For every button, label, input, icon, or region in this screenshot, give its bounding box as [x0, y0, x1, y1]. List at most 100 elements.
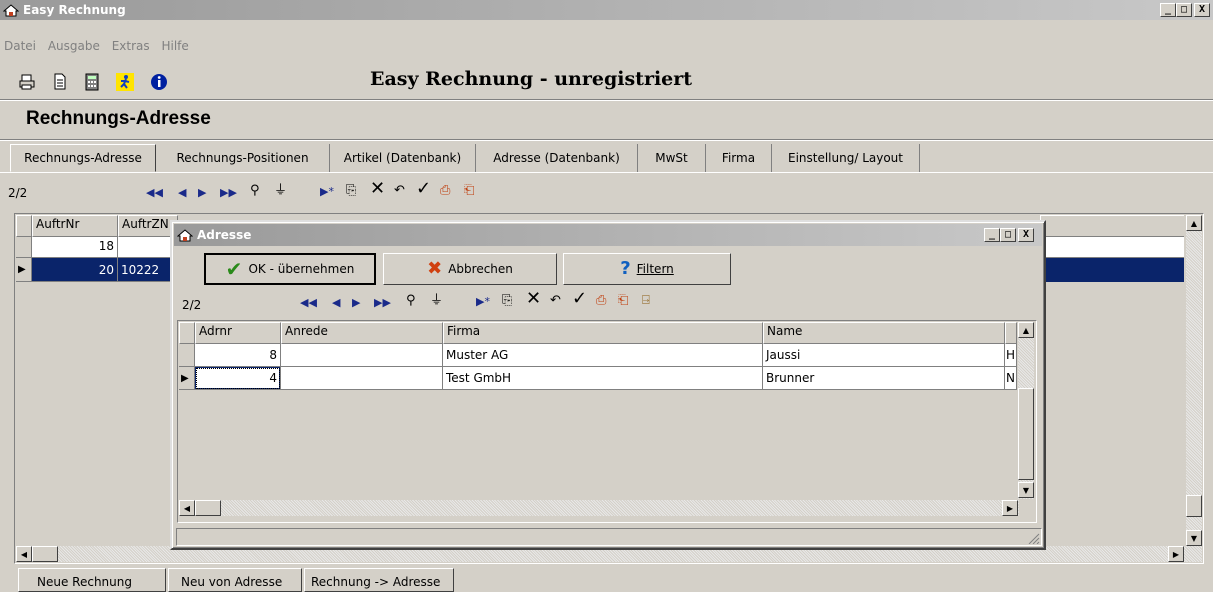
main-navigator: ◀◀ ◀ ▶ ▶▶ ⚲ ⏚ ▶* ⎘ ✕ ↶ ✓ ⎙ ⎗ [132, 180, 562, 204]
dialog-minimize-button[interactable]: _ [984, 228, 1000, 242]
scroll-down-button[interactable]: ▼ [1018, 482, 1034, 498]
next-record-icon[interactable]: ▶ [352, 296, 360, 310]
table-cell[interactable]: N [1005, 367, 1017, 390]
scroll-left-button[interactable]: ◀ [16, 546, 32, 562]
table-cell[interactable]: Jaussi [763, 344, 1005, 367]
ok-uebernehmen-button[interactable]: ✔ OK - übernehmen [204, 253, 376, 285]
last-record-icon[interactable]: ▶▶ [374, 296, 391, 310]
tab-rechnungs-adresse[interactable]: Rechnungs-Adresse [10, 144, 156, 172]
close-button[interactable]: X [1194, 3, 1210, 17]
dialog-record-counter: 2/2 [182, 298, 202, 312]
prior-record-icon[interactable]: ◀ [178, 186, 186, 200]
copy-icon[interactable]: ⎘ [502, 294, 512, 308]
neue-rechnung-button[interactable]: Neue Rechnung [18, 568, 166, 592]
table-cell-selected[interactable]: 10222 [118, 258, 178, 282]
post-check-icon[interactable]: ✓ [416, 180, 431, 198]
undo-icon[interactable]: ↶ [394, 184, 405, 198]
exit-door-icon[interactable]: ⍈ [642, 294, 650, 308]
scroll-left-button[interactable]: ◀ [179, 500, 195, 516]
tab-rechnungs-positionen[interactable]: Rechnungs-Positionen [156, 144, 330, 172]
filtern-button[interactable]: ? Filtern [563, 253, 731, 285]
scroll-up-button[interactable]: ▲ [1018, 322, 1034, 338]
undo-icon[interactable]: ↶ [550, 294, 561, 308]
row-indicator[interactable] [16, 237, 32, 258]
last-record-icon[interactable]: ▶▶ [220, 186, 237, 200]
import-icon[interactable]: ⎙ [440, 184, 450, 198]
insert-record-icon[interactable]: ▶* [476, 295, 490, 309]
tab-firma[interactable]: Firma [706, 144, 772, 172]
abbrechen-button[interactable]: ✖ Abbrechen [383, 253, 557, 285]
resize-grip-icon[interactable] [1026, 532, 1040, 545]
col-header-adrnr[interactable]: Adrnr [195, 322, 281, 344]
first-record-icon[interactable]: ◀◀ [146, 186, 163, 200]
printer-icon[interactable] [18, 73, 36, 91]
tab-einstellung-layout[interactable]: Einstellung/ Layout [772, 144, 920, 172]
copy-icon[interactable]: ⎘ [346, 184, 356, 198]
exit-runner-icon[interactable] [116, 73, 134, 91]
menu-ausgabe[interactable]: Ausgabe [48, 39, 100, 53]
scroll-thumb[interactable] [1186, 495, 1202, 517]
menu-hilfe[interactable]: Hilfe [161, 39, 188, 53]
insert-record-icon[interactable]: ▶* [320, 185, 334, 199]
export-icon[interactable]: ⎗ [464, 184, 474, 198]
scroll-thumb[interactable] [195, 500, 221, 516]
next-record-icon[interactable]: ▶ [198, 186, 206, 200]
menu-extras[interactable]: Extras [112, 39, 150, 53]
dialog-title: Adresse [197, 228, 252, 242]
tab-adresse[interactable]: Adresse (Datenbank) [476, 144, 638, 172]
first-record-icon[interactable]: ◀◀ [300, 296, 317, 310]
minimize-button[interactable]: _ [1160, 3, 1176, 17]
dialog-title-bar[interactable]: Adresse _ □ X [174, 224, 1042, 246]
filter-icon[interactable]: ⏚ [430, 294, 443, 308]
row-indicator[interactable] [179, 344, 195, 367]
main-title-bar[interactable]: Easy Rechnung _ □ X [0, 0, 1213, 20]
table-cell[interactable]: 18 [32, 237, 118, 258]
maximize-button[interactable]: □ [1176, 3, 1192, 17]
table-cell[interactable]: H [1005, 344, 1017, 367]
export-icon[interactable]: ⎗ [618, 294, 628, 308]
rechnung-zu-adresse-button[interactable]: Rechnung -> Adresse [304, 568, 454, 592]
scroll-right-button[interactable]: ▶ [1002, 500, 1018, 516]
col-header-name[interactable]: Name [763, 322, 1005, 344]
dialog-horizontal-scrollbar[interactable] [179, 500, 1019, 516]
search-binoculars-icon[interactable]: ⚲ [406, 294, 416, 308]
menu-datei[interactable]: Datei [4, 39, 36, 53]
col-header-firma[interactable]: Firma [443, 322, 763, 344]
scroll-right-button[interactable]: ▶ [1168, 546, 1184, 562]
filter-icon[interactable]: ⏚ [274, 184, 287, 198]
dialog-maximize-button[interactable]: □ [1000, 228, 1016, 242]
dialog-status-bar [176, 528, 1042, 546]
table-cell-selected[interactable]: 20 [32, 258, 118, 282]
row-indicator-current[interactable]: ▶ [16, 258, 32, 282]
document-icon[interactable] [52, 73, 68, 91]
table-cell[interactable]: Muster AG [443, 344, 763, 367]
calculator-icon[interactable] [84, 73, 100, 91]
scroll-up-button[interactable]: ▲ [1186, 215, 1202, 231]
col-header-anrede[interactable]: Anrede [281, 322, 443, 344]
table-cell[interactable]: 8 [195, 344, 281, 367]
info-icon[interactable] [150, 73, 168, 91]
search-binoculars-icon[interactable]: ⚲ [250, 184, 260, 198]
table-cell[interactable] [118, 237, 178, 258]
prior-record-icon[interactable]: ◀ [332, 296, 340, 310]
row-indicator-current[interactable]: ▶ [179, 367, 195, 390]
table-cell[interactable]: Test GmbH [443, 367, 763, 390]
scroll-down-button[interactable]: ▼ [1186, 530, 1202, 546]
col-header-auftrnr[interactable]: AuftrNr [32, 215, 118, 237]
scroll-thumb[interactable] [1018, 388, 1034, 480]
tab-mwst[interactable]: MwSt [638, 144, 706, 172]
import-icon[interactable]: ⎙ [596, 294, 606, 308]
post-check-icon[interactable]: ✓ [572, 290, 587, 308]
col-header-auftrzn[interactable]: AuftrZN [118, 215, 178, 237]
delete-icon[interactable]: ✕ [526, 290, 541, 308]
tab-artikel[interactable]: Artikel (Datenbank) [330, 144, 476, 172]
dialog-close-button[interactable]: X [1018, 228, 1034, 242]
table-cell[interactable]: Brunner [763, 367, 1005, 390]
table-cell[interactable] [281, 367, 443, 390]
table-row-fill [1040, 237, 1184, 258]
table-cell[interactable] [281, 344, 443, 367]
scroll-thumb[interactable] [32, 546, 58, 562]
delete-icon[interactable]: ✕ [370, 180, 385, 198]
table-cell-focused[interactable]: 4 [195, 367, 281, 390]
neu-von-adresse-button[interactable]: Neu von Adresse [168, 568, 302, 592]
